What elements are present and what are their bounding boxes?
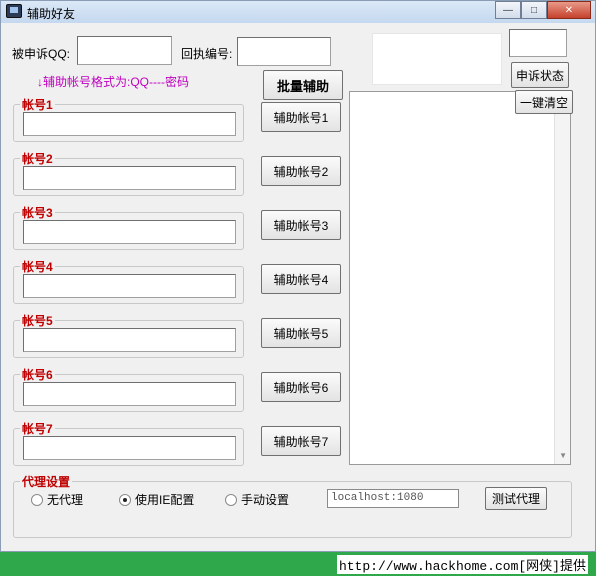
appeal-status-button[interactable]: 申诉状态 — [511, 62, 569, 88]
receipt-no-input[interactable] — [237, 37, 331, 66]
proxy-address-input[interactable]: localhost:1080 — [327, 489, 459, 508]
close-button[interactable]: ✕ — [547, 1, 591, 19]
assist-account-button-5[interactable]: 辅助帐号5 — [261, 318, 341, 348]
account-input-3[interactable] — [23, 220, 236, 244]
account-label-5: 帐号5 — [20, 312, 55, 329]
assist-account-button-3[interactable]: 辅助帐号3 — [261, 210, 341, 240]
proxy-settings-title: 代理设置 — [20, 473, 73, 490]
assist-account-button-6[interactable]: 辅助帐号6 — [261, 372, 341, 402]
account-label-7: 帐号7 — [20, 420, 55, 437]
account-input-5[interactable] — [23, 328, 236, 352]
radio-ie-config[interactable]: 使用IE配置 — [119, 491, 194, 508]
status-bar: http://www.hackhome.com[网侠]提供 — [0, 552, 596, 576]
assist-account-button-4[interactable]: 辅助帐号4 — [261, 264, 341, 294]
assist-account-button-1[interactable]: 辅助帐号1 — [261, 102, 341, 132]
complained-qq-label: 被申诉QQ: — [12, 47, 71, 61]
assist-account-button-7[interactable]: 辅助帐号7 — [261, 426, 341, 456]
batch-assist-button[interactable]: 批量辅助 — [263, 70, 343, 100]
radio-no-proxy-label: 无代理 — [47, 493, 84, 507]
captcha-image-area — [372, 33, 502, 85]
restore-button[interactable]: □ — [521, 1, 547, 19]
account-label-6: 帐号6 — [20, 366, 55, 383]
log-scrollbar[interactable]: ▼ — [554, 92, 570, 464]
receipt-no-label: 回执编号: — [181, 47, 233, 61]
radio-manual-dot[interactable] — [225, 493, 237, 506]
account-label-3: 帐号3 — [20, 204, 55, 221]
account-label-1: 帐号1 — [20, 96, 55, 113]
app-icon — [6, 4, 22, 18]
account-input-7[interactable] — [23, 436, 236, 460]
account-format-hint: ↓辅助帐号格式为:QQ----密码 — [37, 75, 189, 89]
account-input-1[interactable] — [23, 112, 236, 136]
window-title: 辅助好友 — [27, 7, 76, 21]
radio-manual[interactable]: 手动设置 — [225, 491, 289, 508]
clear-all-button[interactable]: 一键清空 — [515, 90, 573, 114]
account-label-4: 帐号4 — [20, 258, 55, 275]
account-input-6[interactable] — [23, 382, 236, 406]
test-proxy-button[interactable]: 测试代理 — [485, 487, 547, 510]
account-input-4[interactable] — [23, 274, 236, 298]
main-window: 辅助好友 — □ ✕ 被申诉QQ: 回执编号: ↓辅助帐号格式为:QQ----密… — [0, 0, 596, 552]
log-textarea[interactable]: ▼ — [349, 91, 571, 465]
complained-qq-input[interactable] — [77, 36, 172, 65]
radio-ie-config-label: 使用IE配置 — [135, 493, 195, 507]
radio-no-proxy[interactable]: 无代理 — [31, 491, 83, 508]
radio-ie-config-dot[interactable] — [119, 493, 131, 506]
account-input-2[interactable] — [23, 166, 236, 190]
title-bar[interactable]: 辅助好友 — □ ✕ — [1, 1, 595, 23]
minimize-button[interactable]: — — [495, 1, 521, 19]
status-bar-text: http://www.hackhome.com[网侠]提供 — [336, 555, 588, 574]
scroll-down-arrow-icon[interactable]: ▼ — [559, 451, 567, 460]
top-right-input[interactable] — [509, 29, 567, 57]
radio-manual-label: 手动设置 — [241, 493, 290, 507]
account-label-2: 帐号2 — [20, 150, 55, 167]
assist-account-button-2[interactable]: 辅助帐号2 — [261, 156, 341, 186]
radio-no-proxy-dot[interactable] — [31, 493, 43, 506]
